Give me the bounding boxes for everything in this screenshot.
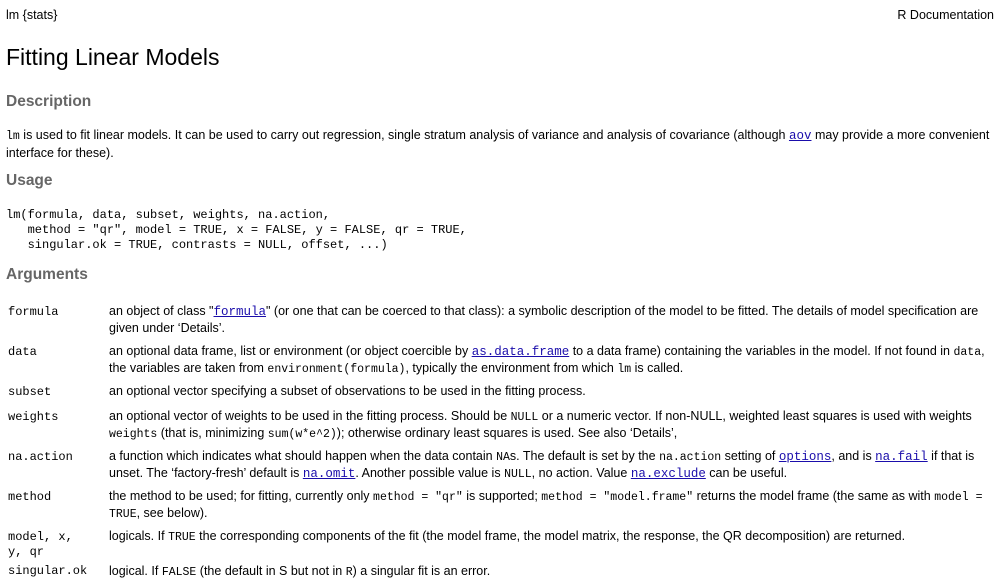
arg-text: ); otherwise ordinary least squares is u…: [336, 425, 678, 440]
arg-text: or a numeric vector. If non-NULL, weight…: [538, 409, 972, 423]
code-lm: lm: [6, 130, 20, 143]
arg-code: NULL: [510, 411, 539, 424]
arg-text: logicals. If: [109, 529, 169, 543]
description-paragraph: lm is used to fit linear models. It can …: [6, 127, 991, 161]
arg-code: environment(formula): [267, 362, 406, 376]
usage-line: lm(formula, data, subset, weights, na.ac…: [6, 208, 331, 222]
description-text: is used to fit linear models. It can be …: [19, 128, 789, 142]
arg-name-line: model, x,: [8, 530, 73, 544]
arg-text: to a data frame) containing the variable…: [569, 344, 954, 358]
arg-text: (that is, minimizing: [157, 425, 268, 440]
section-heading-arguments: Arguments: [6, 266, 88, 283]
arg-code: R: [345, 566, 353, 579]
arg-text: is called.: [631, 360, 684, 375]
arg-text: a function which indicates what should h…: [109, 449, 497, 463]
section-heading-description: Description: [6, 93, 92, 110]
arg-text: (the default in S but not in: [196, 564, 346, 578]
arg-code: weights: [109, 427, 158, 441]
documentation-label: R Documentation: [897, 8, 994, 22]
arg-code: method = "qr": [373, 491, 463, 504]
arg-desc-method: the method to be used; for fitting, curr…: [109, 489, 989, 522]
arg-name-method: method: [8, 490, 52, 504]
usage-code-block: lm(formula, data, subset, weights, na.ac…: [6, 208, 467, 253]
arg-text: an optional vector of weights to be used…: [109, 409, 511, 423]
section-heading-usage: Usage: [6, 172, 53, 189]
arg-name-model: model, x, y, qr: [8, 530, 73, 560]
arg-desc-subset: an optional vector specifying a subset o…: [109, 384, 586, 398]
link-na-exclude[interactable]: na.exclude: [631, 467, 706, 481]
arg-text: can be useful.: [705, 465, 788, 480]
arg-desc-singular-ok: logical. If FALSE (the default in S but …: [109, 564, 989, 581]
arg-text: , see below).: [136, 505, 208, 520]
link-formula[interactable]: formula: [214, 305, 267, 319]
arg-name-na-action: na.action: [8, 450, 73, 464]
arg-code: NA: [496, 451, 510, 464]
arg-code: method = "model.frame": [541, 491, 694, 504]
arg-text: , typically the environment from which: [405, 360, 618, 375]
arg-desc-data: an optional data frame, list or environm…: [109, 344, 989, 377]
arg-text: an object of class ": [109, 304, 214, 318]
arg-name-data: data: [8, 345, 37, 359]
link-as-data-frame[interactable]: as.data.frame: [472, 345, 570, 359]
link-na-fail[interactable]: na.fail: [875, 450, 928, 464]
arg-name-line: y, qr: [8, 545, 45, 559]
usage-line: singular.ok = TRUE, contrasts = NULL, of…: [6, 238, 388, 252]
arg-code: lm: [617, 362, 632, 376]
arg-code: FALSE: [161, 566, 197, 579]
arg-name-formula: formula: [8, 305, 59, 319]
arg-code: TRUE: [168, 531, 196, 544]
arg-text: . Another possible value is: [355, 465, 505, 480]
arg-desc-model: logicals. If TRUE the corresponding comp…: [109, 529, 989, 546]
page-title: Fitting Linear Models: [6, 44, 220, 70]
link-na-omit[interactable]: na.omit: [303, 467, 356, 481]
link-options[interactable]: options: [779, 450, 832, 464]
arg-text: is supported;: [462, 489, 542, 503]
usage-line: method = "qr", model = TRUE, x = FALSE, …: [6, 223, 467, 237]
arg-text: the corresponding components of the fit …: [195, 529, 906, 543]
arg-text: setting of: [721, 449, 779, 463]
package-label: lm {stats}: [6, 8, 58, 22]
arg-desc-na-action: a function which indicates what should h…: [109, 449, 989, 482]
arg-desc-weights: an optional vector of weights to be used…: [109, 409, 989, 442]
arg-code: sum(w*e^2): [267, 427, 337, 441]
arg-text: the method to be used; for fitting, curr…: [109, 489, 374, 503]
arg-text: , and is: [831, 449, 876, 463]
arg-name-weights: weights: [8, 410, 59, 424]
arg-text: s. The default is set by the: [509, 449, 660, 463]
arg-text: , no action. Value: [531, 465, 631, 480]
arg-name-singular-ok: singular.ok: [8, 564, 88, 578]
arg-code: na.action: [659, 451, 722, 464]
arg-text: an optional data frame, list or environm…: [109, 344, 472, 358]
link-aov[interactable]: aov: [789, 129, 812, 143]
arg-text: logical. If: [109, 564, 162, 578]
arg-code: NULL: [504, 467, 532, 481]
arg-desc-formula: an object of class "formula" (or one tha…: [109, 304, 989, 336]
arg-text: returns the model frame (the same as wit…: [693, 489, 935, 503]
arg-code: data: [953, 346, 982, 359]
arg-text: ) a singular fit is an error.: [352, 564, 491, 578]
arg-name-subset: subset: [8, 385, 52, 399]
